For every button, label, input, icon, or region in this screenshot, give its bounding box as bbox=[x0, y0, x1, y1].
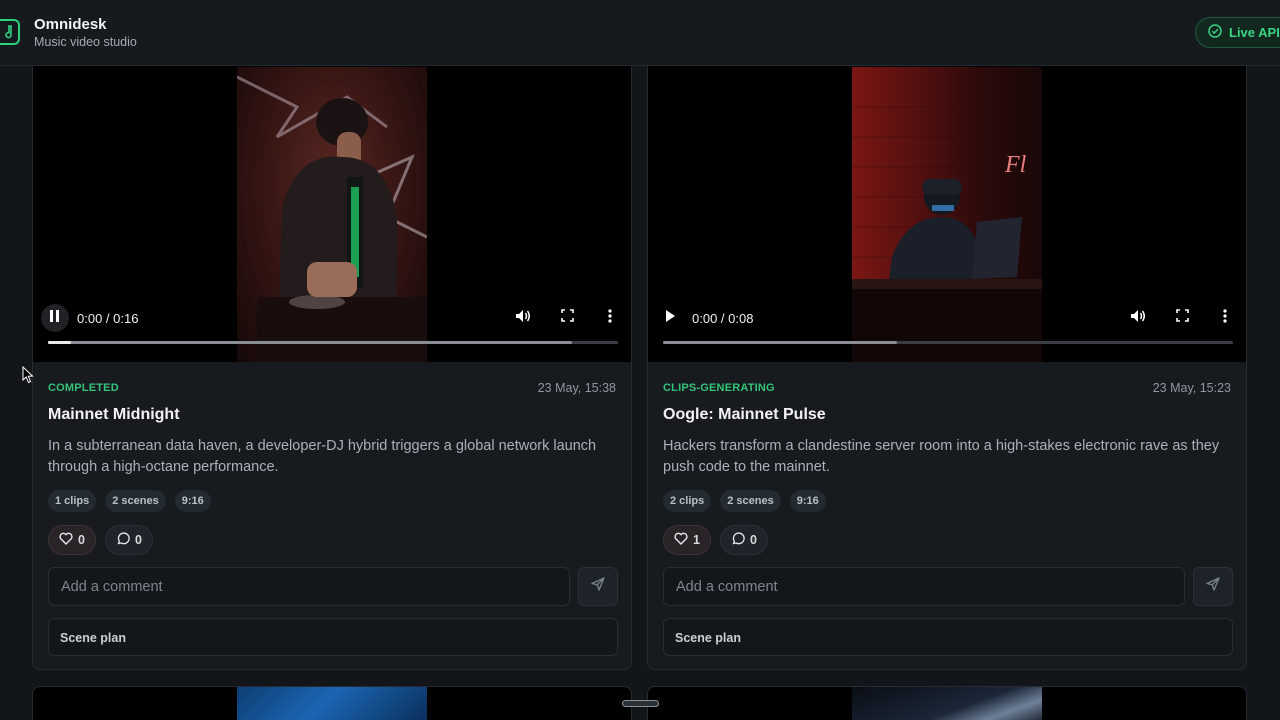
like-count: 1 bbox=[693, 533, 700, 547]
timestamp: 23 May, 15:23 bbox=[1152, 381, 1231, 395]
scene-plan-toggle[interactable]: Scene plan bbox=[48, 618, 618, 656]
tag-list: 1 clips 2 scenes 9:16 bbox=[48, 490, 211, 512]
card-actions: 1 0 bbox=[663, 525, 768, 555]
more-options-button[interactable] bbox=[1216, 308, 1234, 328]
video-progress-bar[interactable] bbox=[48, 341, 618, 344]
check-circle-icon bbox=[1208, 24, 1222, 41]
comments-button[interactable]: 0 bbox=[719, 525, 768, 555]
mouse-cursor-icon bbox=[22, 365, 34, 389]
video-description: Hackers transform a clandestine server r… bbox=[663, 438, 1220, 475]
video-player[interactable]: 0:00 / 0:16 bbox=[33, 41, 631, 362]
video-progress-bar[interactable] bbox=[663, 341, 1233, 344]
status-badge: CLIPS-GENERATING bbox=[663, 382, 775, 394]
more-vertical-icon bbox=[608, 308, 612, 328]
aspect-ratio-tag: 9:16 bbox=[789, 490, 826, 512]
comment-count: 0 bbox=[134, 533, 142, 547]
video-thumbnail: Fl bbox=[852, 67, 1042, 362]
video-card-partial[interactable] bbox=[32, 686, 632, 720]
send-comment-button[interactable] bbox=[578, 567, 618, 606]
heart-icon bbox=[59, 532, 73, 548]
like-count: 0 bbox=[78, 533, 85, 547]
video-card: 0:00 / 0:16 COMPLETED 23 May, 15:38 Main… bbox=[32, 40, 632, 670]
timestamp: 23 May, 15:38 bbox=[537, 381, 616, 395]
app-subtitle: Music video studio bbox=[34, 35, 137, 49]
comment-icon bbox=[731, 531, 745, 549]
volume-button[interactable] bbox=[1129, 309, 1147, 327]
video-title: Mainnet Midnight bbox=[48, 406, 180, 423]
pause-icon bbox=[50, 309, 60, 327]
svg-text:Fl: Fl bbox=[1004, 152, 1027, 178]
send-icon bbox=[591, 577, 605, 596]
video-thumbnail bbox=[237, 67, 427, 362]
volume-icon bbox=[515, 308, 531, 329]
like-button[interactable]: 0 bbox=[48, 525, 96, 555]
card-actions: 0 0 bbox=[48, 525, 153, 555]
video-thumbnail bbox=[237, 687, 427, 720]
progress-buffered bbox=[663, 341, 897, 344]
video-time: 0:00 / 0:08 bbox=[692, 311, 754, 326]
clips-tag: 2 clips bbox=[663, 490, 712, 512]
send-icon bbox=[1206, 577, 1220, 596]
top-bar: Omnidesk Music video studio Live API bbox=[0, 0, 1280, 66]
aspect-ratio-tag: 9:16 bbox=[174, 490, 211, 512]
play-button[interactable] bbox=[656, 304, 684, 332]
fullscreen-button[interactable] bbox=[558, 309, 576, 327]
video-player[interactable]: Fl 0:00 / 0:08 bbox=[648, 41, 1246, 362]
more-options-button[interactable] bbox=[601, 308, 619, 328]
like-button[interactable]: 1 bbox=[663, 525, 711, 555]
volume-icon bbox=[1130, 308, 1146, 329]
fullscreen-icon bbox=[560, 309, 574, 327]
heart-icon bbox=[674, 532, 688, 548]
fullscreen-icon bbox=[1175, 309, 1189, 327]
video-title: Oogle: Mainnet Pulse bbox=[663, 406, 826, 423]
progress-played bbox=[48, 341, 71, 344]
status-badge: COMPLETED bbox=[48, 382, 119, 394]
video-card-partial[interactable] bbox=[647, 686, 1247, 720]
video-time: 0:00 / 0:16 bbox=[77, 311, 139, 326]
clips-tag: 1 clips bbox=[48, 490, 97, 512]
comment-input[interactable] bbox=[48, 567, 570, 606]
scenes-tag: 2 scenes bbox=[720, 490, 781, 512]
scenes-tag: 2 scenes bbox=[105, 490, 166, 512]
video-card: Fl 0:00 / 0:08 CLIPS-GENERATING 23 May, … bbox=[647, 40, 1247, 670]
video-thumbnail bbox=[852, 687, 1042, 720]
more-vertical-icon bbox=[1223, 308, 1227, 328]
app-logo-icon bbox=[0, 19, 20, 45]
tag-list: 2 clips 2 scenes 9:16 bbox=[663, 490, 826, 512]
volume-button[interactable] bbox=[514, 309, 532, 327]
send-comment-button[interactable] bbox=[1193, 567, 1233, 606]
play-icon bbox=[665, 309, 675, 327]
app-title: Omnidesk bbox=[34, 16, 107, 33]
comments-button[interactable]: 0 bbox=[104, 525, 153, 555]
pause-button[interactable] bbox=[41, 304, 69, 332]
live-api-label: Live API bbox=[1229, 25, 1280, 40]
scene-plan-toggle[interactable]: Scene plan bbox=[663, 618, 1233, 656]
comment-icon bbox=[116, 531, 130, 549]
fullscreen-button[interactable] bbox=[1173, 309, 1191, 327]
comment-count: 0 bbox=[749, 533, 757, 547]
video-description: In a subterranean data haven, a develope… bbox=[48, 438, 597, 475]
drag-handle[interactable] bbox=[622, 700, 659, 707]
comment-input[interactable] bbox=[663, 567, 1185, 606]
live-api-badge[interactable]: Live API bbox=[1195, 17, 1280, 48]
progress-buffered bbox=[48, 341, 573, 344]
